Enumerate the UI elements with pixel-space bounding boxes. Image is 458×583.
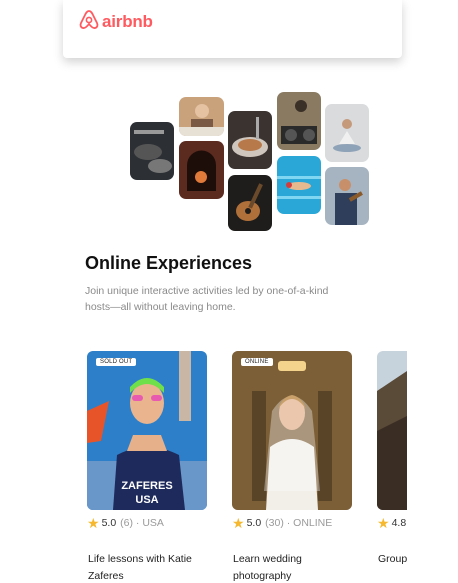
collage-tile-meditation [325,104,369,162]
status-badge: ONLINE [241,358,273,366]
rating-meta: (6) · USA [120,517,164,529]
collage-tile-cooking-pots [130,122,174,180]
experience-title[interactable]: Life lessons with Katie Zaferes [88,551,208,583]
collage-tile-baking [179,97,224,136]
experience-photo-landscape[interactable] [377,351,407,510]
rating-row: ★ 5.0 (6) · USA [87,516,164,530]
status-badge: SOLD OUT [96,358,137,366]
jersey-text-zaferes: ZAFERES [121,480,172,492]
rating-meta: (30) · ONLINE [265,517,333,529]
collage-tile-swimmer [277,156,321,214]
experience-photo-bride[interactable]: ONLINE [232,351,352,510]
experience-title[interactable]: Learn wedding photography [233,551,353,583]
airbnb-logo-text: airbnb [102,12,153,31]
collage-tile-musician [325,167,369,225]
rating-row: ★ 5.0 (30) · ONLINE [232,516,332,530]
star-icon: ★ [377,515,390,531]
experience-carousel[interactable]: ZAFERES USA SOLD OUT ★ 5.0 (6) · USA Lif… [87,351,407,583]
collage-tile-food-bowl [228,111,272,169]
page-subtitle: Join unique interactive activities led b… [85,285,329,313]
rating-score: 4.8 [391,517,407,529]
rating-row: ★ 4.8 [377,516,406,530]
rating-score: 5.0 [246,517,262,529]
collage-tile-guitar [228,175,272,231]
airbnb-logo-icon [79,9,99,35]
star-icon: ★ [232,515,245,531]
experience-photo-triathlete[interactable]: ZAFERES USA SOLD OUT [87,351,207,510]
experience-collage [130,92,370,232]
experience-title[interactable]: Group [378,551,407,568]
header-card: airbnb [63,0,402,58]
experience-card[interactable]: ZAFERES USA SOLD OUT ★ 5.0 (6) · USA Lif… [87,351,207,582]
rating-score: 5.0 [101,517,117,529]
star-icon: ★ [87,515,100,531]
airbnb-logo[interactable]: airbnb [79,9,153,35]
jersey-text-usa: USA [135,494,158,506]
collage-tile-pizza-oven [179,141,224,199]
experience-card[interactable]: ONLINE ★ 5.0 (30) · ONLINE Learn wedding… [232,351,352,582]
experience-card[interactable]: ★ 4.8 Group [377,351,407,565]
collage-tile-dj [277,92,321,150]
page-title: Online Experiences [85,253,253,273]
